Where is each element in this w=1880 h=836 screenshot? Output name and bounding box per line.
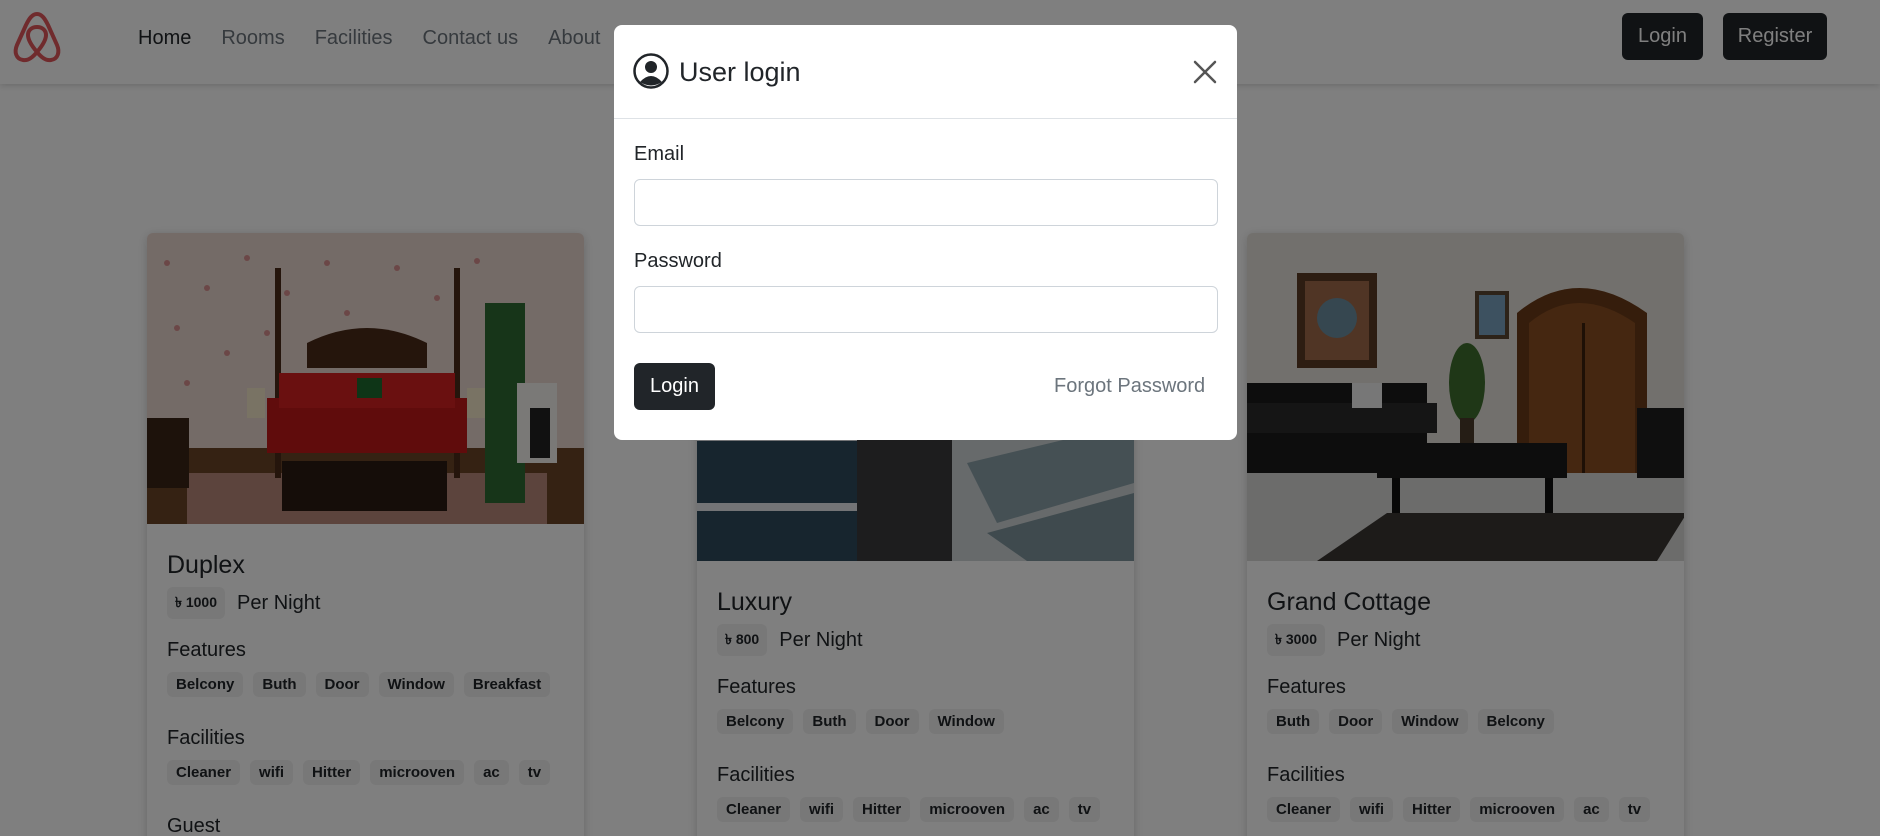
login-modal: User login Email Password Login Forgot P… — [614, 25, 1237, 440]
modal-header: User login — [614, 25, 1237, 119]
email-input[interactable] — [634, 179, 1218, 226]
forgot-password-link[interactable]: Forgot Password — [1054, 375, 1205, 398]
password-label: Password — [634, 250, 722, 272]
modal-title: User login — [679, 57, 801, 87]
email-label: Email — [634, 143, 685, 165]
login-submit-button[interactable]: Login — [634, 363, 715, 410]
password-input[interactable] — [634, 286, 1218, 333]
user-circle-icon — [633, 53, 669, 89]
close-icon[interactable] — [1192, 59, 1218, 85]
